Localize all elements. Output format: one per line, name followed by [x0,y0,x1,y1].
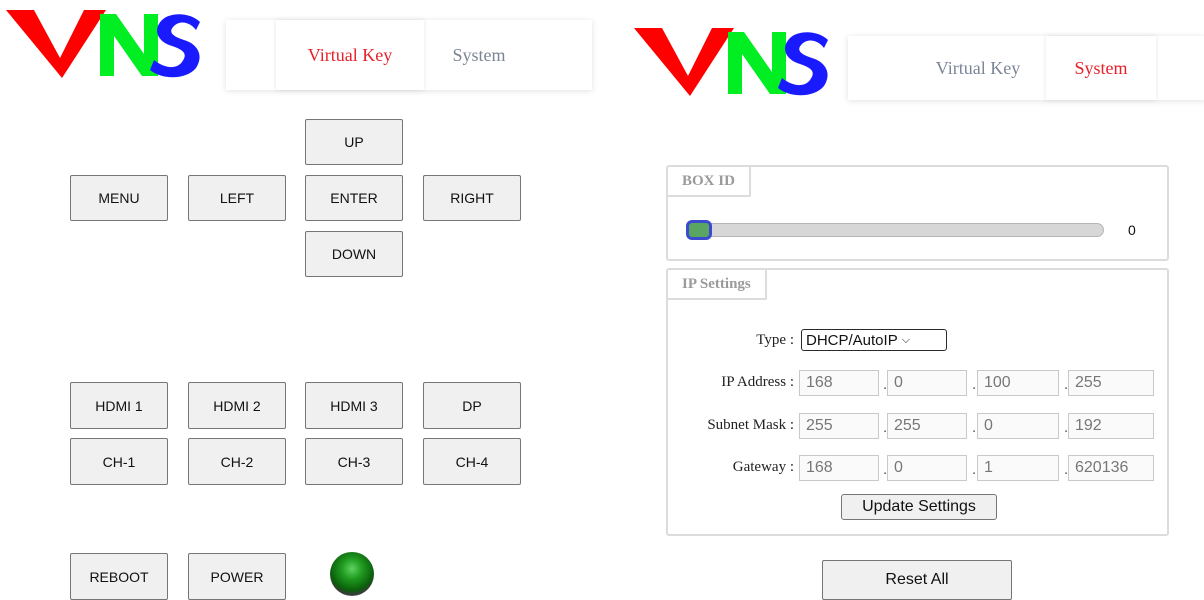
vns-logo [6,10,200,78]
ip-separator: . [972,376,977,393]
top-navbar: Virtual Key System [848,36,1204,100]
enter-button[interactable]: ENTER [305,175,403,221]
gateway-octet-3[interactable]: 1 [977,455,1059,481]
reset-all-button[interactable]: Reset All [822,560,1012,600]
tab-virtual-key[interactable]: Virtual Key [276,20,424,90]
ch2-button[interactable]: CH-2 [188,438,286,485]
ip-address-octet-4[interactable]: 255 [1068,370,1154,396]
vns-logo [634,28,828,96]
ip-settings-legend: IP Settings [668,270,767,300]
right-button[interactable]: RIGHT [423,175,521,221]
subnet-mask-label: Subnet Mask : [707,417,794,433]
subnet-mask-octet-3[interactable]: 0 [977,413,1059,439]
ip-separator: . [972,419,977,436]
hdmi1-button[interactable]: HDMI 1 [70,382,168,429]
virtual-key-panel: Virtual Key System UP MENU LEFT ENTER RI… [0,0,602,600]
subnet-mask-octet-1[interactable]: 255 [799,413,879,439]
ip-address-octet-3[interactable]: 100 [977,370,1059,396]
tab-system[interactable]: System [1046,36,1156,100]
gateway-octet-4[interactable]: 620136 [1068,455,1154,481]
ch1-button[interactable]: CH-1 [70,438,168,485]
type-select-value: DHCP/AutoIP [806,331,898,349]
ip-separator: . [972,461,977,478]
down-button[interactable]: DOWN [305,231,403,277]
ch3-button[interactable]: CH-3 [305,438,403,485]
ch4-button[interactable]: CH-4 [423,438,521,485]
subnet-mask-octet-2[interactable]: 255 [887,413,967,439]
ip-address-octet-1[interactable]: 168 [799,370,879,396]
left-button[interactable]: LEFT [188,175,286,221]
system-panel: Virtual Key System BOX ID 0 IP Settings … [602,0,1204,600]
status-led-icon [330,552,374,596]
ip-address-label: IP Address : [721,374,794,390]
hdmi3-button[interactable]: HDMI 3 [305,382,403,429]
chevron-down-icon: ⌵ [901,333,911,346]
tab-virtual-key[interactable]: Virtual Key [908,36,1048,100]
menu-button[interactable]: MENU [70,175,168,221]
dp-button[interactable]: DP [423,382,521,429]
tab-system[interactable]: System [424,20,534,90]
box-id-slider-track[interactable] [690,223,1104,237]
up-button[interactable]: UP [305,119,403,165]
subnet-mask-octet-4[interactable]: 192 [1068,413,1154,439]
gateway-label: Gateway : [732,459,794,475]
gateway-octet-2[interactable]: 0 [887,455,967,481]
box-id-section: BOX ID 0 [666,165,1169,261]
box-id-legend: BOX ID [668,167,751,197]
type-label: Type : [756,332,794,348]
update-settings-button[interactable]: Update Settings [841,494,997,520]
box-id-slider-thumb[interactable] [686,220,712,240]
hdmi2-button[interactable]: HDMI 2 [188,382,286,429]
box-id-value: 0 [1128,222,1136,238]
gateway-octet-1[interactable]: 168 [799,455,879,481]
top-navbar: Virtual Key System [226,20,592,90]
type-select[interactable]: DHCP/AutoIP ⌵ [801,329,947,351]
ip-settings-section: IP Settings Type : DHCP/AutoIP ⌵ IP Addr… [666,268,1169,536]
ip-address-octet-2[interactable]: 0 [887,370,967,396]
